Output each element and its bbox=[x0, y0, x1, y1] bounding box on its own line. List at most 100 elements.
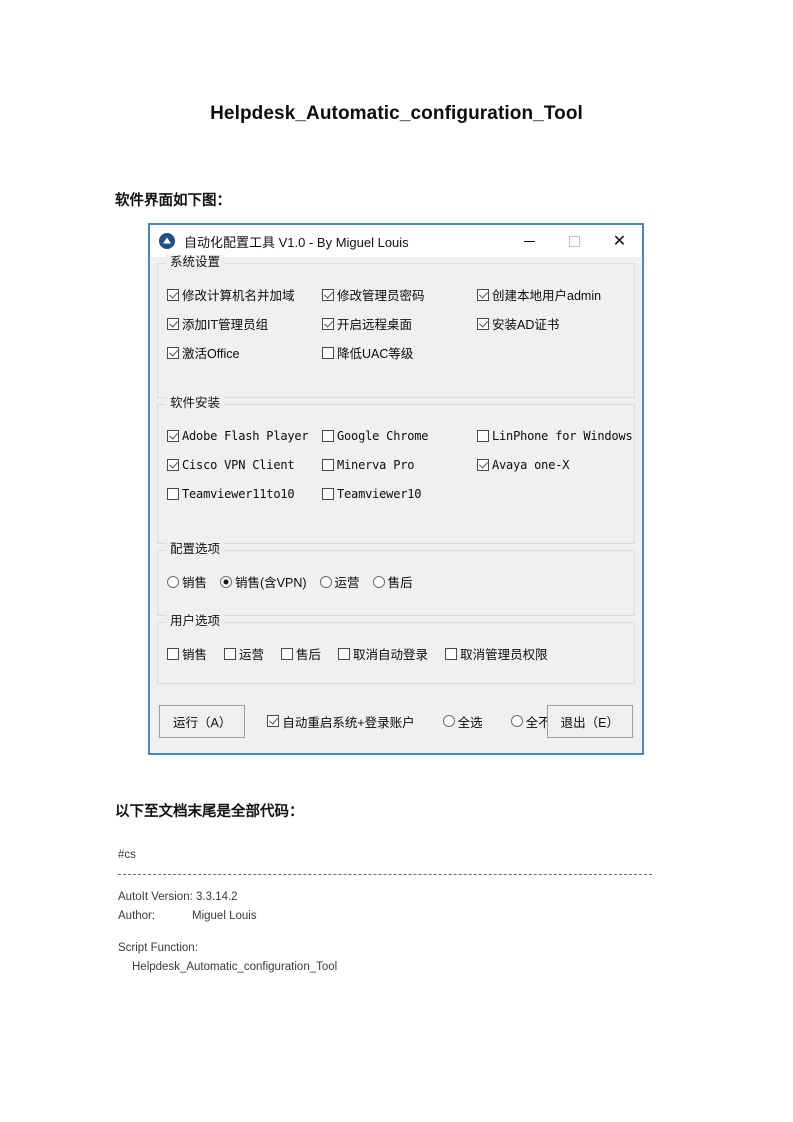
checkbox-teamviewer11to10[interactable]: Teamviewer11to10 bbox=[167, 487, 322, 501]
code-function-value: Helpdesk_Automatic_configuration_Tool bbox=[132, 961, 338, 973]
footer-bar: 运行（A） 自动重启系统+登录账户 全选 全不选 退出（E） bbox=[157, 690, 635, 752]
system-row-2: 添加IT管理员组 开启远程桌面 安装AD证书 bbox=[167, 309, 625, 338]
code-directive: #cs bbox=[118, 849, 136, 861]
window-title: 自动化配置工具 V1.0 - By Miguel Louis bbox=[184, 234, 409, 250]
checkbox-box-icon bbox=[167, 288, 179, 301]
checkbox-label: 自动重启系统+登录账户 bbox=[282, 715, 415, 730]
checkbox-box-icon bbox=[322, 429, 334, 442]
checkbox-revoke-admin-rights[interactable]: 取消管理员权限 bbox=[445, 644, 548, 663]
checkbox-label: 运营 bbox=[239, 648, 265, 662]
checkbox-enable-remote-desktop[interactable]: 开启远程桌面 bbox=[322, 314, 477, 333]
group-title-config: 配置选项 bbox=[166, 542, 225, 556]
checkbox-minerva-pro[interactable]: Minerva Pro bbox=[322, 458, 477, 472]
software-row-2: Cisco VPN Client Minerva Pro Avaya one-X bbox=[167, 450, 625, 479]
checkbox-label: 修改管理员密码 bbox=[337, 289, 425, 303]
checkbox-box-icon bbox=[281, 647, 294, 660]
code-version-line: AutoIt Version: 3.3.14.2 bbox=[118, 888, 678, 907]
code-separator bbox=[118, 874, 652, 875]
close-icon: ✕ bbox=[612, 231, 627, 250]
radio-circle-icon bbox=[442, 715, 455, 727]
radio-config-sales[interactable]: 销售 bbox=[167, 572, 207, 591]
radio-label: 全选 bbox=[457, 715, 483, 730]
checkbox-box-icon bbox=[445, 647, 458, 660]
checkbox-install-ad-certificate[interactable]: 安装AD证书 bbox=[477, 314, 632, 333]
checkbox-activate-office[interactable]: 激活Office bbox=[167, 343, 322, 362]
radio-circle-icon bbox=[372, 575, 385, 588]
checkbox-rename-join-domain[interactable]: 修改计算机名并加域 bbox=[167, 285, 322, 304]
checkbox-box-icon bbox=[167, 317, 179, 330]
radio-config-sales-vpn[interactable]: 销售(含VPN) bbox=[220, 572, 307, 591]
checkbox-lower-uac[interactable]: 降低UAC等级 bbox=[322, 343, 477, 362]
close-button[interactable]: ✕ bbox=[597, 225, 642, 257]
checkbox-box-icon bbox=[477, 429, 489, 442]
checkbox-label: 激活Office bbox=[182, 347, 240, 361]
minimize-icon bbox=[524, 240, 535, 242]
checkbox-label: 销售 bbox=[182, 648, 208, 662]
checkbox-label: 取消自动登录 bbox=[353, 648, 429, 662]
autoit-logo-icon bbox=[159, 233, 175, 249]
checkbox-auto-restart-login[interactable]: 自动重启系统+登录账户 bbox=[267, 712, 415, 731]
software-row-1: Adobe Flash Player Google Chrome LinPhon… bbox=[167, 421, 633, 450]
checkbox-change-admin-password[interactable]: 修改管理员密码 bbox=[322, 285, 477, 304]
code-listing: #cs AutoIt Version: 3.3.14.2 Author: Migu… bbox=[118, 846, 678, 977]
checkbox-box-icon bbox=[477, 458, 489, 471]
page-title: Helpdesk_Automatic_configuration_Tool bbox=[210, 103, 583, 124]
group-title-system: 系统设置 bbox=[166, 255, 225, 269]
group-config-options: 配置选项 销售 销售(含VPN) 运营 售后 bbox=[157, 542, 635, 616]
checkbox-teamviewer10[interactable]: Teamviewer10 bbox=[322, 487, 477, 501]
checkbox-user-aftersales[interactable]: 售后 bbox=[281, 644, 321, 663]
checkbox-box-icon bbox=[167, 647, 179, 660]
radio-config-operations[interactable]: 运营 bbox=[319, 572, 360, 591]
radio-label: 运营 bbox=[334, 576, 360, 590]
group-user-options: 用户选项 销售 运营 售后 取消自动登录 取消管理员权限 bbox=[157, 614, 635, 684]
checkbox-box-icon bbox=[322, 317, 334, 330]
checkbox-create-local-admin[interactable]: 创建本地用户admin bbox=[477, 285, 632, 304]
group-software-install: 软件安装 Adobe Flash Player Google Chrome Li… bbox=[157, 396, 635, 544]
radio-circle-icon bbox=[220, 575, 233, 588]
checkbox-add-it-admin-group[interactable]: 添加IT管理员组 bbox=[167, 314, 322, 333]
checkbox-box-icon bbox=[322, 346, 334, 359]
window-client-area: 系统设置 修改计算机名并加域 修改管理员密码 创建本地用户admin 添加IT管… bbox=[150, 255, 642, 753]
checkbox-label: 降低UAC等级 bbox=[337, 347, 414, 361]
minimize-button[interactable] bbox=[507, 225, 552, 257]
checkbox-disable-autologin[interactable]: 取消自动登录 bbox=[338, 644, 428, 663]
maximize-icon bbox=[569, 235, 580, 247]
checkbox-label: 添加IT管理员组 bbox=[182, 318, 269, 332]
checkbox-box-icon bbox=[267, 715, 280, 727]
checkbox-box-icon bbox=[477, 317, 489, 330]
radio-select-all[interactable]: 全选 bbox=[442, 712, 483, 731]
checkbox-box-icon bbox=[477, 288, 489, 301]
radio-circle-icon bbox=[510, 715, 523, 727]
checkbox-adobe-flash-player[interactable]: Adobe Flash Player bbox=[167, 429, 322, 443]
software-row-3: Teamviewer11to10 Teamviewer10 bbox=[167, 479, 625, 508]
checkbox-label: 售后 bbox=[296, 648, 322, 662]
window-titlebar[interactable]: 自动化配置工具 V1.0 - By Miguel Louis ✕ bbox=[150, 225, 642, 257]
run-button[interactable]: 运行（A） bbox=[159, 704, 246, 738]
checkbox-google-chrome[interactable]: Google Chrome bbox=[322, 429, 477, 443]
code-author-label: Author: bbox=[118, 910, 156, 922]
checkbox-box-icon bbox=[224, 647, 237, 660]
radio-circle-icon bbox=[167, 575, 179, 588]
checkbox-cisco-vpn-client[interactable]: Cisco VPN Client bbox=[167, 458, 322, 472]
checkbox-linphone-for-windows[interactable]: LinPhone for Windows bbox=[477, 428, 633, 443]
checkbox-label: 开启远程桌面 bbox=[337, 318, 413, 332]
radio-label: 售后 bbox=[387, 576, 413, 590]
config-radio-row: 销售 销售(含VPN) 运营 售后 bbox=[167, 567, 625, 596]
system-row-3: 激活Office 降低UAC等级 bbox=[167, 338, 625, 367]
checkbox-user-operations[interactable]: 运营 bbox=[224, 644, 264, 663]
checkbox-label: Teamviewer11to10 bbox=[182, 486, 295, 501]
exit-button[interactable]: 退出（E） bbox=[546, 704, 633, 738]
radio-config-aftersales[interactable]: 售后 bbox=[372, 572, 413, 591]
checkbox-box-icon bbox=[167, 346, 179, 359]
section-heading-ui: 软件界面如下图： bbox=[115, 193, 231, 209]
maximize-button[interactable] bbox=[552, 225, 597, 257]
checkbox-box-icon bbox=[167, 458, 179, 471]
checkbox-avaya-one-x[interactable]: Avaya one-X bbox=[477, 458, 632, 472]
checkbox-label: 创建本地用户admin bbox=[492, 289, 602, 303]
code-author-value: Miguel Louis bbox=[192, 910, 257, 922]
checkbox-user-sales[interactable]: 销售 bbox=[167, 644, 207, 663]
application-window: 自动化配置工具 V1.0 - By Miguel Louis ✕ 系统设置 修改… bbox=[148, 223, 644, 755]
checkbox-box-icon bbox=[167, 429, 179, 442]
window-controls: ✕ bbox=[507, 225, 642, 257]
checkbox-label: LinPhone for Windows bbox=[492, 428, 633, 443]
